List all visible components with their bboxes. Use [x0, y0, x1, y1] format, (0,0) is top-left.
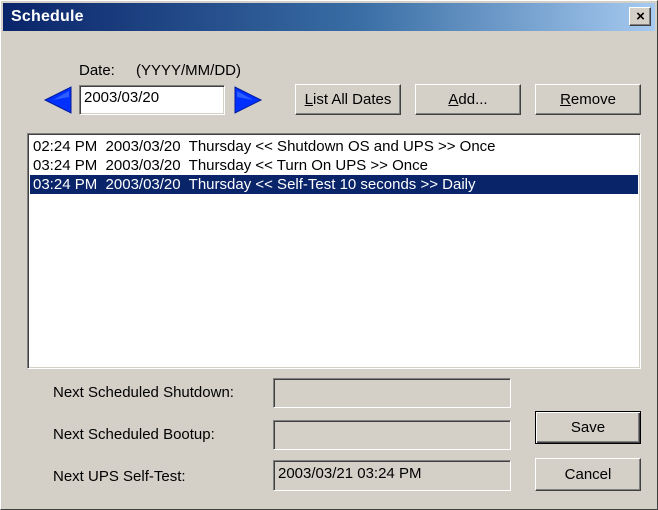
- list-item[interactable]: 02:24 PM 2003/03/20 Thursday << Shutdown…: [30, 137, 638, 156]
- window-title: Schedule: [11, 8, 84, 25]
- next-selftest-label: Next UPS Self-Test:: [53, 468, 186, 485]
- title-bar[interactable]: Schedule ×: [3, 3, 655, 31]
- next-bootup-field: [273, 420, 511, 450]
- list-item[interactable]: 03:24 PM 2003/03/20 Thursday << Turn On …: [30, 156, 638, 175]
- date-input[interactable]: 2003/03/20: [79, 85, 225, 115]
- date-format-hint: (YYYY/MM/DD): [136, 62, 241, 79]
- arrow-right-icon: [234, 86, 263, 114]
- remove-label: emove: [570, 91, 616, 108]
- arrow-left-icon: [43, 86, 72, 114]
- next-bootup-label: Next Scheduled Bootup:: [53, 426, 215, 443]
- previous-date-button[interactable]: [43, 85, 73, 115]
- schedule-list[interactable]: 02:24 PM 2003/03/20 Thursday << Shutdown…: [27, 133, 641, 369]
- list-all-dates-button[interactable]: List All Dates: [295, 84, 401, 115]
- close-button[interactable]: ×: [629, 7, 651, 26]
- next-date-button[interactable]: [233, 85, 263, 115]
- remove-accel: R: [560, 91, 571, 108]
- next-shutdown-label: Next Scheduled Shutdown:: [53, 384, 234, 401]
- next-shutdown-field: [273, 378, 511, 408]
- date-label: Date:: [79, 62, 115, 79]
- cancel-button[interactable]: Cancel: [535, 458, 641, 491]
- next-selftest-field: 2003/03/21 03:24 PM: [273, 460, 511, 491]
- save-button[interactable]: Save: [535, 411, 641, 444]
- add-button[interactable]: Add...: [415, 84, 521, 115]
- list-item[interactable]: 03:24 PM 2003/03/20 Thursday << Self-Tes…: [30, 175, 638, 194]
- schedule-dialog: Schedule × Date: (YYYY/MM/DD) 2003/03/20…: [0, 0, 658, 510]
- close-icon: ×: [636, 8, 645, 25]
- remove-button[interactable]: Remove: [535, 84, 641, 115]
- add-label: dd...: [458, 91, 488, 108]
- list-all-dates-label: ist All Dates: [312, 91, 392, 108]
- list-all-dates-accel: L: [304, 91, 313, 108]
- add-accel: A: [448, 91, 459, 108]
